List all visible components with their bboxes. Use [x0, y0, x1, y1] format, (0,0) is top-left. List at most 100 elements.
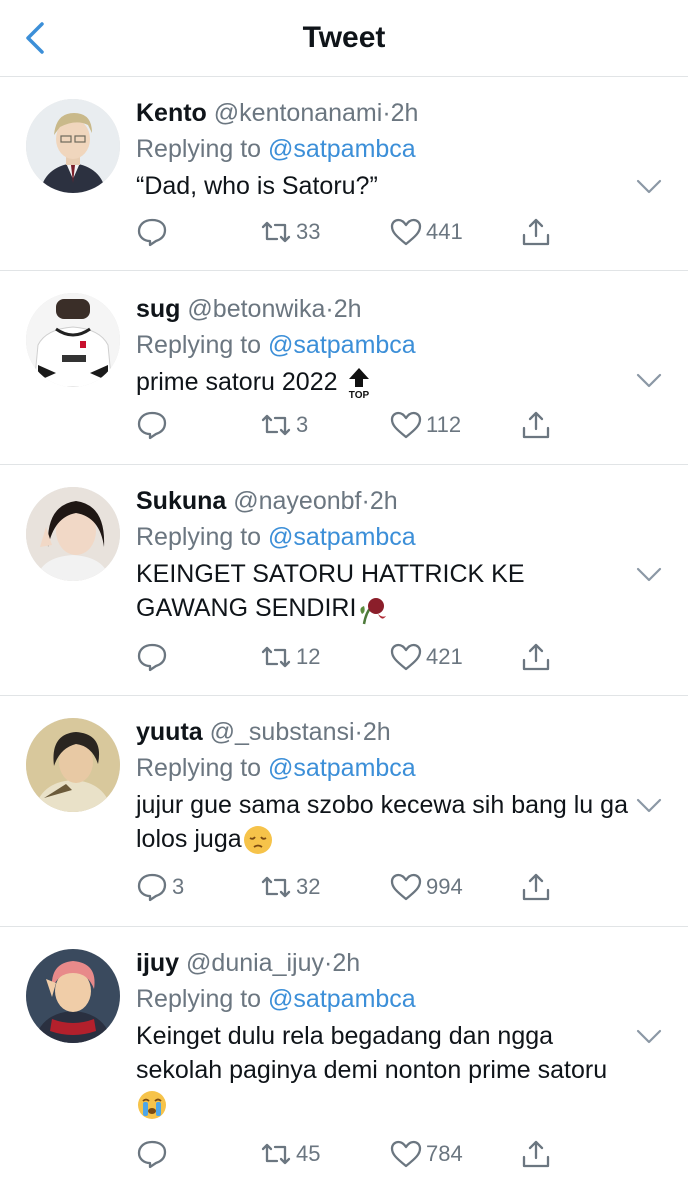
retweet-button[interactable]: 12	[260, 642, 320, 672]
heart-icon	[390, 1141, 422, 1168]
like-button[interactable]: 784	[390, 1139, 463, 1169]
mention-link[interactable]: @satpambca	[268, 754, 416, 782]
svg-text:TOP: TOP	[349, 390, 370, 400]
tweet-text: Keinget dulu rela begadang dan ngga seko…	[136, 1019, 616, 1121]
chevron-down-icon[interactable]	[636, 179, 662, 195]
retweet-button[interactable]: 45	[260, 1139, 320, 1169]
retweet-count: 33	[296, 219, 321, 244]
display-name[interactable]: ijuy	[136, 949, 179, 977]
back-button[interactable]	[22, 20, 52, 56]
tweet-text: jujur gue sama szobo kecewa sih bang lu …	[136, 788, 656, 856]
share-button[interactable]	[520, 872, 552, 902]
retweet-button[interactable]: 3	[260, 410, 308, 440]
tweet-sukuna[interactable]: Sukuna @nayeonbf·2h Replying to @satpamb…	[0, 465, 688, 696]
avatar[interactable]	[26, 949, 120, 1043]
mention-link[interactable]: @satpambca	[268, 523, 416, 551]
display-name[interactable]: sug	[136, 295, 180, 323]
heart-icon	[390, 218, 422, 246]
avatar[interactable]	[26, 293, 120, 387]
share-button[interactable]	[520, 642, 552, 672]
user-handle[interactable]: @_substansi	[210, 718, 355, 746]
reply-count: 3	[172, 874, 185, 900]
retweet-button[interactable]: 33	[260, 217, 320, 247]
like-button[interactable]: 441	[390, 217, 463, 247]
user-handle[interactable]: @dunia_ijuy	[186, 949, 324, 977]
action-bar: 33 441	[136, 217, 648, 257]
timestamp[interactable]: 2h	[363, 718, 391, 746]
reply-button[interactable]	[136, 642, 172, 672]
like-button[interactable]: 994	[390, 872, 463, 902]
tweet-ijuy[interactable]: ijuy @dunia_ijuy·2h Replying to @satpamb…	[0, 927, 688, 1201]
tweet-header: sug @betonwika·2h	[136, 291, 648, 327]
tweet-header: ijuy @dunia_ijuy·2h	[136, 945, 648, 981]
retweet-icon	[261, 221, 291, 243]
mention-link[interactable]: @satpambca	[268, 135, 416, 163]
share-icon	[522, 644, 550, 671]
chevron-down-icon[interactable]	[636, 373, 662, 389]
action-bar: 45 784	[136, 1139, 648, 1179]
like-count: 441	[426, 219, 463, 244]
retweet-icon	[261, 877, 291, 898]
timestamp[interactable]: 2h	[332, 949, 360, 977]
retweet-icon	[261, 1144, 291, 1165]
user-handle[interactable]: @betonwika	[187, 295, 325, 323]
reply-button[interactable]	[136, 410, 172, 440]
reply-button[interactable]: 3	[136, 872, 184, 902]
top-bar: Tweet	[0, 0, 688, 77]
share-button[interactable]	[520, 217, 552, 247]
tweet-kento[interactable]: Kento @kentonanami·2h Replying to @satpa…	[0, 77, 688, 271]
replying-to: Replying to @satpambca	[136, 750, 648, 786]
mention-link[interactable]: @satpambca	[268, 985, 416, 1013]
avatar[interactable]	[26, 487, 120, 581]
pensive-face-icon	[243, 826, 272, 855]
reply-button[interactable]	[136, 1139, 172, 1169]
replying-to-label: Replying to	[136, 135, 262, 163]
chevron-down-icon[interactable]	[636, 798, 662, 814]
like-count: 112	[426, 412, 462, 438]
share-icon	[522, 218, 550, 246]
wilted-rose-icon	[360, 598, 387, 625]
avatar[interactable]	[26, 99, 120, 193]
replying-to: Replying to @satpambca	[136, 981, 648, 1017]
share-icon	[522, 412, 550, 439]
share-icon	[522, 1141, 550, 1168]
replying-to-label: Replying to	[136, 331, 262, 359]
user-handle[interactable]: @kentonanami	[214, 99, 383, 127]
crying-face-icon	[138, 1091, 166, 1120]
avatar[interactable]	[26, 718, 120, 812]
share-button[interactable]	[520, 1139, 552, 1169]
timestamp[interactable]: 2h	[370, 487, 398, 515]
display-name[interactable]: Kento	[136, 99, 207, 127]
tweet-header: yuuta @_substansi·2h	[136, 714, 648, 750]
tweet-sug[interactable]: sug @betonwika·2h Replying to @satpambca…	[0, 271, 688, 465]
user-handle[interactable]: @nayeonbf	[233, 487, 361, 515]
display-name[interactable]: yuuta	[136, 718, 203, 746]
like-button[interactable]: 112	[390, 410, 461, 440]
chevron-down-icon[interactable]	[636, 567, 662, 583]
separator: ·	[325, 295, 334, 323]
replying-to: Replying to @satpambca	[136, 519, 648, 555]
heart-icon	[390, 412, 422, 439]
retweet-button[interactable]: 32	[260, 872, 320, 902]
action-bar: 3 112	[136, 410, 648, 450]
separator: ·	[361, 487, 370, 515]
share-button[interactable]	[520, 410, 552, 440]
retweet-icon	[261, 415, 291, 436]
heart-icon	[390, 874, 422, 901]
top-arrow-icon: TOP	[349, 368, 370, 400]
replying-to-label: Replying to	[136, 754, 262, 782]
replying-to: Replying to @satpambca	[136, 327, 648, 363]
display-name[interactable]: Sukuna	[136, 487, 226, 515]
tweet-text: prime satoru 2022 TOP	[136, 365, 648, 400]
like-button[interactable]: 421	[390, 642, 463, 672]
reply-button[interactable]	[136, 217, 172, 247]
timestamp[interactable]: 2h	[334, 295, 362, 323]
reply-icon	[137, 412, 167, 440]
chevron-down-icon[interactable]	[636, 1029, 662, 1045]
tweet-yuuta[interactable]: yuuta @_substansi·2h Replying to @satpam…	[0, 696, 688, 927]
chevron-left-icon	[26, 22, 44, 54]
reply-icon	[137, 218, 167, 247]
like-count: 784	[426, 1141, 463, 1167]
mention-link[interactable]: @satpambca	[268, 331, 416, 359]
timestamp[interactable]: 2h	[391, 99, 419, 127]
